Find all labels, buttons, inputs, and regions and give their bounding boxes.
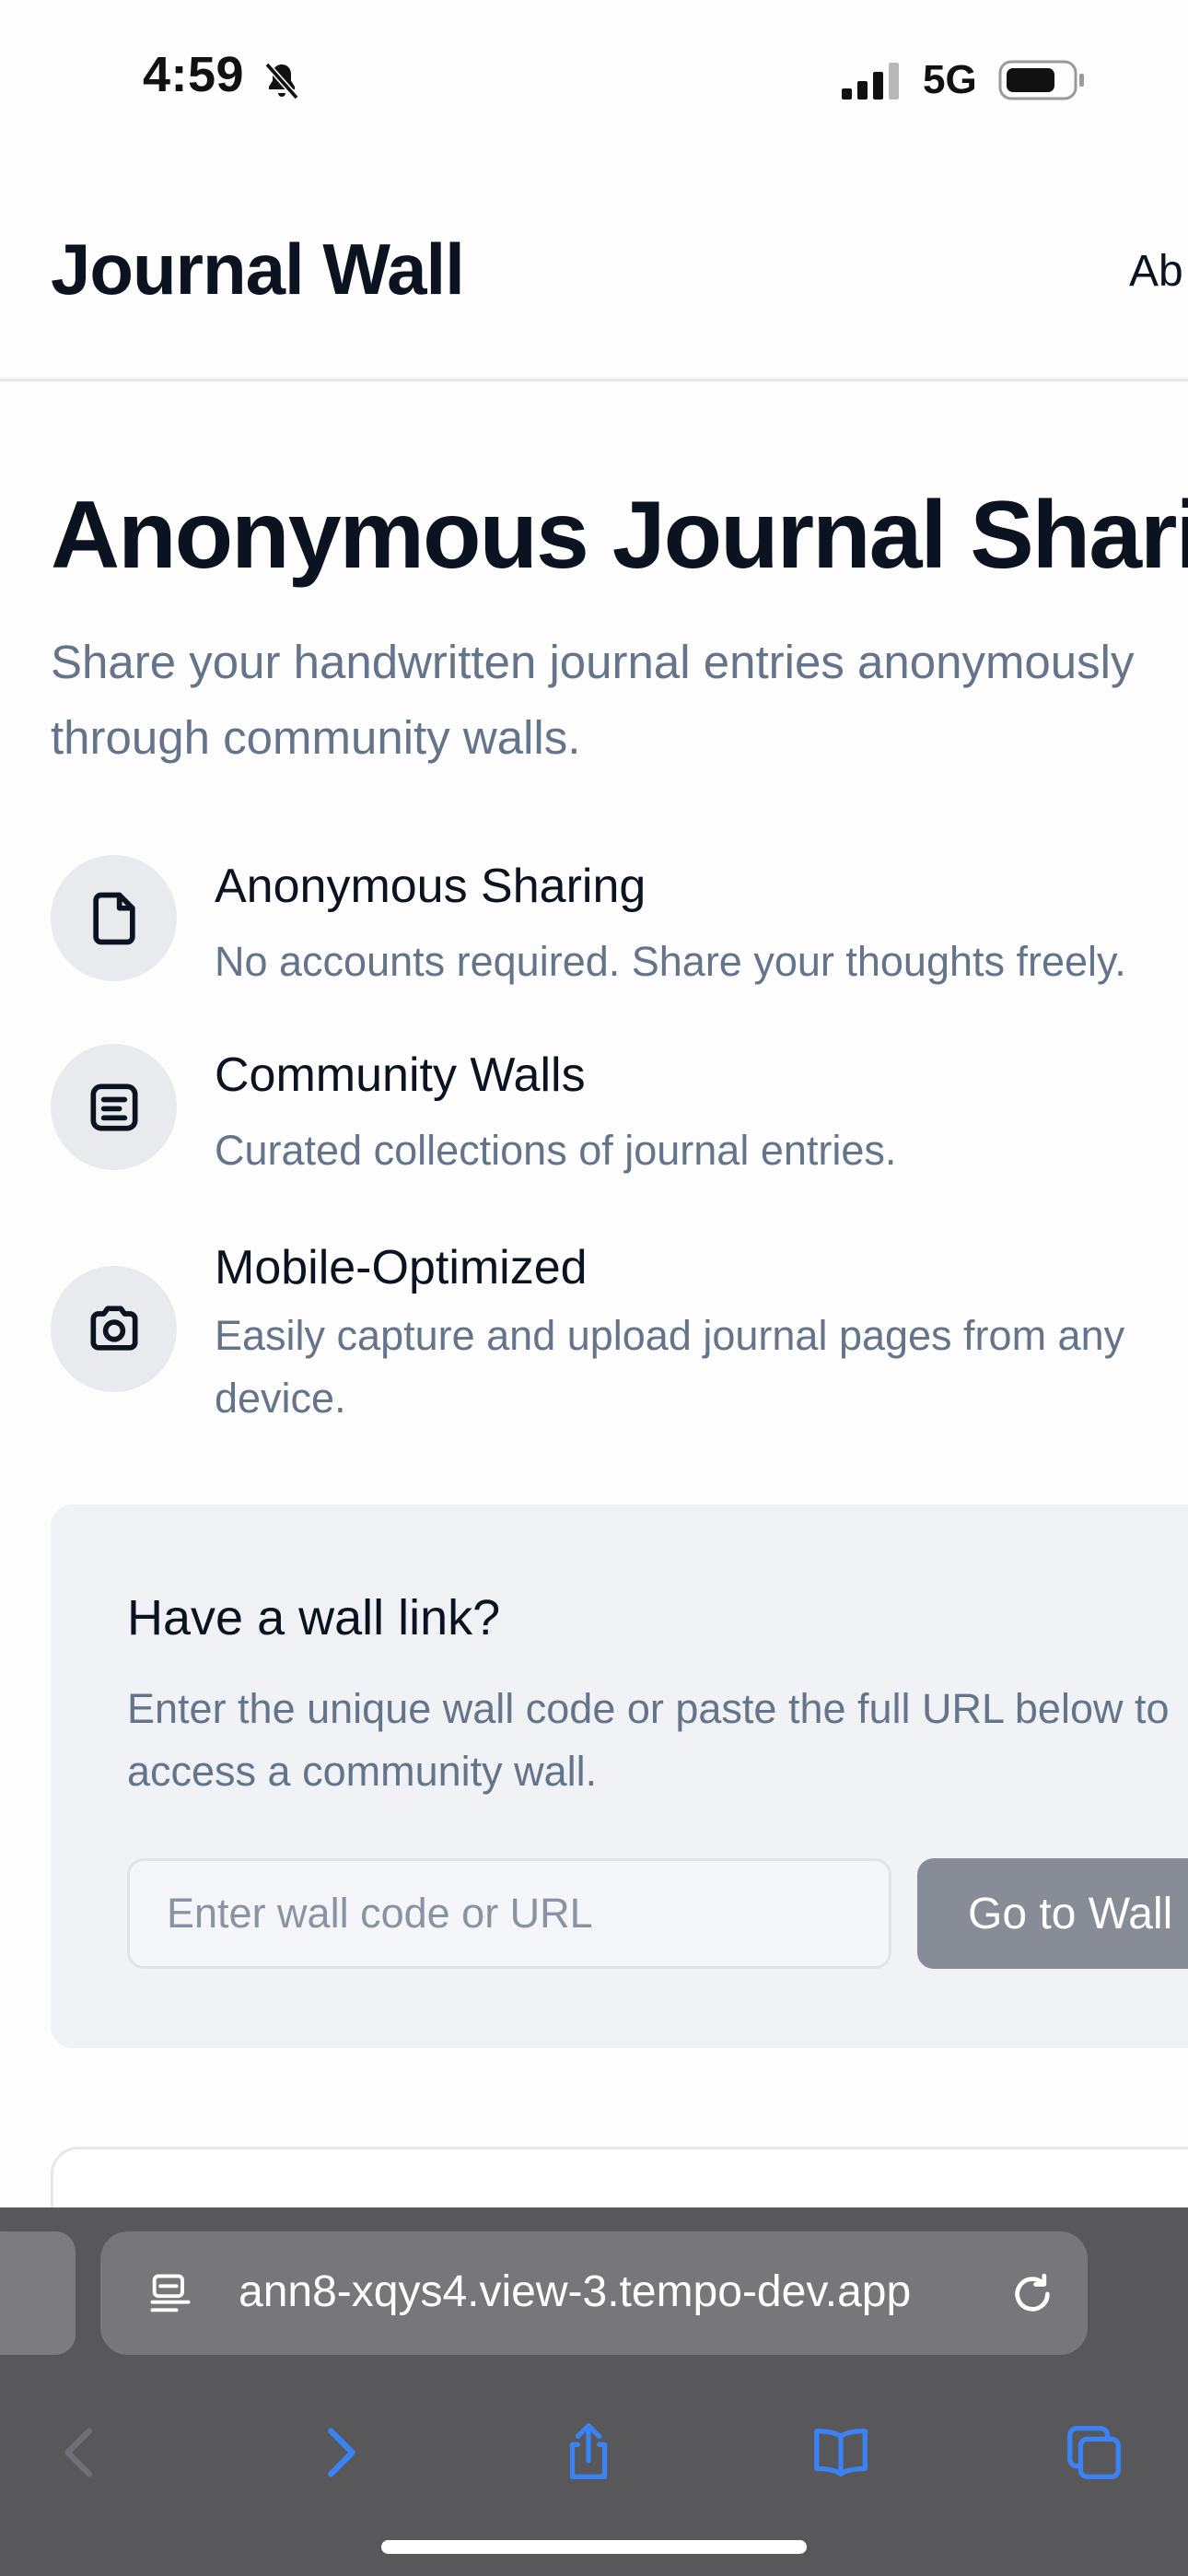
network-label: 5G (923, 57, 977, 102)
file-icon (51, 855, 177, 981)
tabs-icon (1067, 2426, 1121, 2479)
feature-description: Curated collections of journal entries. (215, 1127, 897, 1174)
feature-description: No accounts required. Share your thought… (215, 938, 1126, 985)
back-icon (64, 2428, 92, 2477)
home-indicator[interactable] (381, 2540, 807, 2554)
app-header: Journal Wall Ab (0, 161, 1188, 381)
feature-title: Mobile-Optimized (215, 1241, 588, 1294)
back-button[interactable] (44, 2416, 118, 2489)
app-title[interactable]: Journal Wall (51, 228, 465, 311)
feature-title: Anonymous Sharing (215, 860, 646, 913)
share-icon (569, 2423, 608, 2479)
bookmarks-icon (814, 2429, 868, 2476)
wall-code-input[interactable] (127, 1858, 891, 1969)
browser-toolbar: ann8-xqys4.view-3.tempo-dev.app (0, 2207, 1188, 2576)
bell-slash-icon (264, 62, 299, 100)
address-bar[interactable]: ann8-xqys4.view-3.tempo-dev.app (100, 2231, 1088, 2355)
status-bar: 4:59 5G (0, 0, 1188, 161)
nav-link-about[interactable]: Ab (1129, 246, 1183, 297)
reader-icon[interactable] (146, 2270, 194, 2318)
previous-tab-preview[interactable] (0, 2231, 76, 2355)
go-to-wall-button[interactable]: Go to Wall (917, 1858, 1188, 1969)
battery-icon (998, 60, 1084, 100)
reload-icon[interactable] (1007, 2268, 1058, 2320)
hero-subtitle: Share your handwritten journal entries a… (51, 636, 1135, 764)
camera-icon (51, 1266, 177, 1392)
screen: 4:59 5G Journal Wall Ab Anonymous Journa… (0, 0, 1188, 2576)
forward-icon (328, 2428, 355, 2477)
bookmarks-button[interactable] (804, 2416, 878, 2489)
status-time: 4:59 (143, 47, 245, 102)
signal-icon (842, 63, 899, 100)
url-text[interactable]: ann8-xqys4.view-3.tempo-dev.app (239, 2266, 984, 2317)
share-button[interactable] (552, 2416, 625, 2489)
feature-description: Easily capture and upload journal pages … (215, 1312, 1125, 1422)
wall-link-card: Have a wall link? Enter the unique wall … (51, 1505, 1188, 2048)
list-icon (51, 1044, 177, 1170)
hero-title: Anonymous Journal Sharing (51, 482, 1188, 589)
wall-link-title: Have a wall link? (127, 1590, 501, 1645)
feature-title: Community Walls (215, 1048, 586, 1102)
forward-button[interactable] (302, 2416, 376, 2489)
wall-link-description: Enter the unique wall code or paste the … (127, 1685, 1170, 1795)
tabs-button[interactable] (1057, 2416, 1131, 2489)
